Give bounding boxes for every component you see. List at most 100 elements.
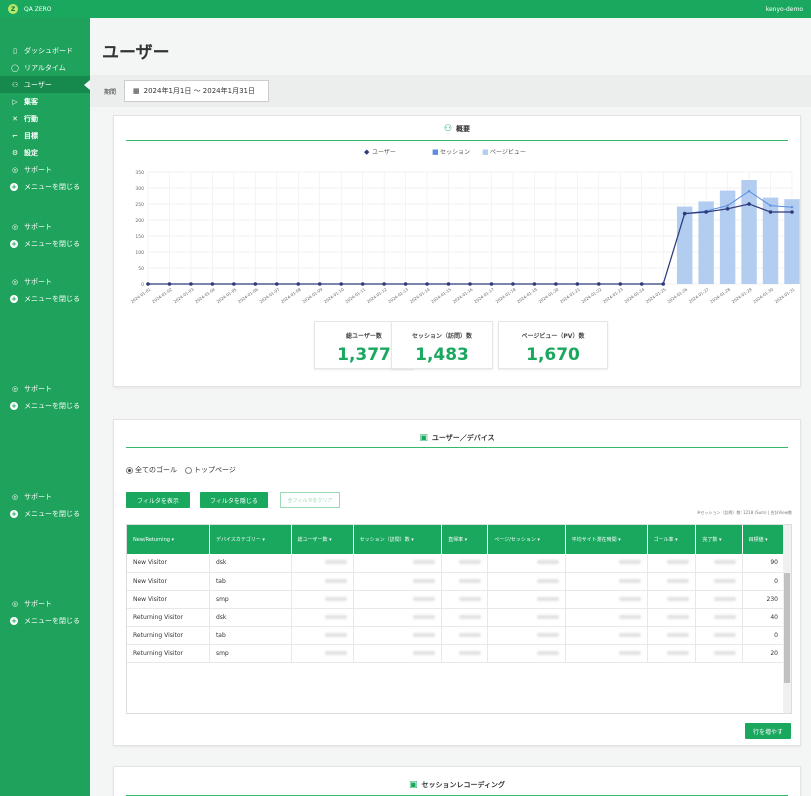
sidebar-item-17[interactable]: ◎ サポート [0,595,90,612]
redacted-value [413,596,436,601]
sidebar-item-label: 目標 [24,131,38,140]
show-filter-button[interactable]: フィルタを表示 [126,492,190,508]
table-cell [647,590,697,609]
x-tick-label: 2024-01-03 [173,286,195,304]
sidebar-item-11[interactable]: ◎ サポート [0,273,90,290]
redacted-value [324,632,347,637]
column-header[interactable]: 目標値 ▾ [742,525,786,554]
point-users [597,282,601,286]
hide-filter-button[interactable]: フィルタを隠じる [200,492,268,508]
devices-card: ▣ ユーザー／デバイス 全てのゴール トップページ フィルタを表示 フィルタを隠じ… [113,419,801,746]
sidebar-item-14[interactable]: + メニューを閉じる [0,397,90,414]
point-users [790,210,794,214]
table-cell [441,644,489,663]
sidebar-item-8[interactable]: + メニューを閉じる [0,178,90,195]
menu-icon: ⚇ [11,80,19,89]
bar-pageviews [676,206,693,284]
table-cell [441,572,489,591]
sidebar-item-7[interactable]: ◎ サポート [0,161,90,178]
table-cell: dsk [209,608,292,627]
sidebar-item-10[interactable]: + メニューを閉じる [0,235,90,252]
bar-pageviews [741,180,757,284]
sidebar-item-0[interactable]: ▯ ダッシュボード [0,42,90,59]
point-users [275,282,279,286]
point-users [446,282,451,286]
date-range-picker[interactable]: ▦ 2024年1月1日 ～ 2024年1月31日 [124,80,270,102]
sidebar-item-label: サポート [24,222,52,231]
table-cell [441,590,489,609]
sidebar-item-2[interactable]: ⚇ ユーザー [0,76,90,93]
table-cell [695,590,743,609]
redacted-value [713,596,736,601]
redacted-value [324,614,347,619]
sidebar-item-6[interactable]: ⚙ 設定 [0,144,90,161]
users-icon: ⚇ [443,124,453,134]
legend-marker-0: ◆ [364,148,370,156]
radio-all-goals[interactable]: 全てのゴール [126,465,177,475]
redacted-value [713,578,736,583]
legend-label-0: ユーザー [372,149,396,156]
clear-filter-button[interactable]: 全フィルタをクリア [280,492,340,508]
column-header[interactable]: ゴール率 ▾ [647,525,697,554]
sidebar-item-13[interactable]: ◎ サポート [0,380,90,397]
table-cell [487,590,566,609]
table-row: New Visitor dsk 90 [127,554,786,573]
table-cell [353,590,443,609]
sidebar-item-label: メニューを閉じる [24,239,80,248]
devices-table: New/Returning ▾ デバイスカテゴリー ▾ 総ユーザー数 ▾ セッション（… [126,524,792,714]
sidebar-item-1[interactable]: ◯ リアルタイム [0,59,90,76]
redacted-value [536,596,559,601]
table-cell: smp [209,644,292,663]
sidebar-item-12[interactable]: + メニューを閉じる [0,290,90,307]
x-tick-label: 2024-01-30 [752,286,774,304]
plus-circle-icon: + [10,401,18,410]
table-cell [487,626,566,645]
sidebar-item-9[interactable]: ◎ サポート [0,218,90,235]
point-users [403,282,408,286]
x-tick-label: 2024-01-25 [645,286,667,304]
table-cell [291,626,354,645]
table-cell [487,608,566,627]
table-cell [291,572,354,591]
redacted-value [324,596,347,601]
sidebar-item-3[interactable]: ▷ 集客 [0,93,90,110]
sidebar-item-label: サポート [24,384,52,393]
column-header[interactable]: 総ユーザー数 ▾ [291,525,354,554]
user-menu[interactable]: kenyo-demo [766,6,803,13]
table-row: Returning Visitor dsk 40 [127,608,786,627]
x-tick-label: 2024-01-04 [194,286,216,304]
main-content: ユーザー 期間 ▦ 2024年1月1日 ～ 2024年1月31日 ⚇ 概要 ◆ ユー… [90,18,811,796]
column-header[interactable]: New/Returning ▾ [127,525,210,554]
column-header[interactable]: ページ/セッション ▾ [487,525,566,554]
column-header[interactable]: 直帰率 ▾ [441,525,489,554]
plus-circle-icon: + [10,509,18,518]
table-scrollbar[interactable] [783,525,791,713]
redacted-value [459,560,482,565]
y-tick-label: 350 [135,170,144,176]
point-users [661,282,665,286]
sidebar-item-15[interactable]: ◎ サポート [0,488,90,505]
sidebar-item-5[interactable]: ⌐ 目標 [0,127,90,144]
table-cell: smp [209,590,292,609]
column-header[interactable]: 完了数 ▾ [695,525,743,554]
column-header[interactable]: デバイスカテゴリー ▾ [209,525,292,554]
point-users [210,282,215,286]
column-header[interactable]: セッション（訪問）数 ▾ [353,525,443,554]
x-tick-label: 2024-01-20 [538,286,560,304]
radio-top-page[interactable]: トップページ [185,465,236,475]
y-tick-label: 200 [135,218,144,224]
sidebar-item-16[interactable]: + メニューを閉じる [0,505,90,522]
sidebar-item-18[interactable]: + メニューを閉じる [0,612,90,629]
more-rows-button[interactable]: 行を増やす [745,723,791,739]
column-header[interactable]: 平均サイト滞在時間 ▾ [565,525,648,554]
redacted-value [713,560,736,565]
x-tick-label: 2024-01-05 [216,286,238,304]
sidebar-item-4[interactable]: ✕ 行動 [0,110,90,127]
page-title: ユーザー [102,43,170,63]
legend-marker-1: ■ [432,148,439,156]
table-cell: 40 [742,608,786,627]
table-cell [291,644,354,663]
table-cell [441,626,489,645]
sidebar-item-label: メニューを閉じる [24,294,80,303]
x-tick-label: 2024-01-01 [130,286,152,304]
